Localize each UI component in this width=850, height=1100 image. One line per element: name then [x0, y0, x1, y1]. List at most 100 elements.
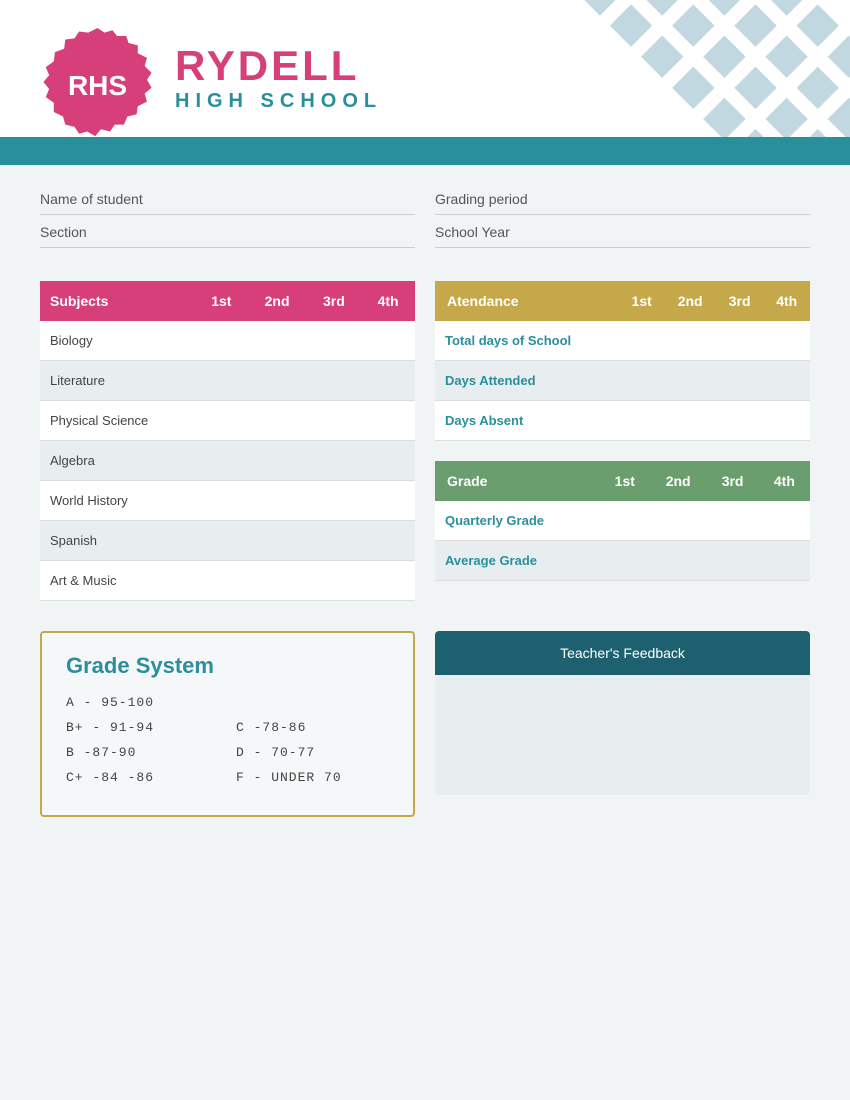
subject-grade-2[interactable] [248, 561, 307, 601]
att-val-2[interactable] [664, 401, 715, 441]
diamond-pattern [480, 0, 850, 145]
att-label: Days Absent [435, 401, 619, 441]
grade-val-4[interactable] [759, 501, 810, 541]
bottom-section: Grade System A - 95-100B+ - 91-94C -78-8… [0, 621, 850, 837]
grade-scale-right: D - 70-77 [236, 745, 376, 760]
attendance-col2-header: 2nd [664, 281, 715, 321]
subject-grade-1[interactable] [195, 361, 248, 401]
table-row: Total days of School [435, 321, 810, 361]
subject-grade-2[interactable] [248, 481, 307, 521]
student-name-input[interactable] [170, 190, 415, 208]
subject-grade-1[interactable] [195, 441, 248, 481]
subject-grade-1[interactable] [195, 521, 248, 561]
grade-col3-header: 3rd [706, 461, 758, 501]
subject-grade-2[interactable] [248, 321, 307, 361]
att-val-1[interactable] [619, 401, 665, 441]
subject-grade-2[interactable] [248, 441, 307, 481]
grade-col2-header: 2nd [650, 461, 707, 501]
subject-grade-3[interactable] [306, 481, 361, 521]
subject-grade-3[interactable] [306, 521, 361, 561]
grade-scale-left: B+ - 91-94 [66, 720, 206, 735]
subject-grade-3[interactable] [306, 441, 361, 481]
grade-label: Quarterly Grade [435, 501, 600, 541]
att-val-4[interactable] [763, 361, 810, 401]
student-name-field: Name of student [40, 190, 415, 215]
table-row: Art & Music [40, 561, 415, 601]
subjects-col1-header: 1st [195, 281, 248, 321]
grade-col4-header: 4th [759, 461, 810, 501]
teacher-feedback-container: Teacher's Feedback [435, 631, 810, 817]
school-name-main: RYDELL [175, 42, 382, 90]
teacher-feedback-header: Teacher's Feedback [435, 631, 810, 675]
table-row: Days Absent [435, 401, 810, 441]
grade-scale-right: C -78-86 [236, 720, 376, 735]
subject-grade-1[interactable] [195, 481, 248, 521]
school-year-label: School Year [435, 224, 565, 240]
subject-grade-2[interactable] [248, 401, 307, 441]
table-row: Literature [40, 361, 415, 401]
table-row: Days Attended [435, 361, 810, 401]
grade-label-header: Grade [435, 461, 600, 501]
subject-name: World History [40, 481, 195, 521]
subject-grade-4[interactable] [361, 441, 415, 481]
subject-name: Algebra [40, 441, 195, 481]
att-val-2[interactable] [664, 361, 715, 401]
list-item: B -87-90D - 70-77 [66, 745, 389, 760]
subject-grade-3[interactable] [306, 321, 361, 361]
att-val-1[interactable] [619, 361, 665, 401]
attendance-col1-header: 1st [619, 281, 665, 321]
grade-col1-header: 1st [600, 461, 650, 501]
subject-grade-2[interactable] [248, 361, 307, 401]
subject-grade-4[interactable] [361, 321, 415, 361]
grade-val-4[interactable] [759, 541, 810, 581]
grade-scale-left: C+ -84 -86 [66, 770, 206, 785]
list-item: A - 95-100 [66, 695, 389, 710]
teacher-feedback-body[interactable] [435, 675, 810, 795]
section-input[interactable] [170, 223, 415, 241]
grade-val-3[interactable] [706, 541, 758, 581]
school-name-sub: HIGH SCHOOL [175, 90, 382, 113]
subject-name: Biology [40, 321, 195, 361]
logo-initials: RHS [68, 70, 127, 102]
subject-grade-4[interactable] [361, 481, 415, 521]
att-val-3[interactable] [716, 401, 764, 441]
subject-grade-4[interactable] [361, 561, 415, 601]
subject-grade-4[interactable] [361, 401, 415, 441]
header: RHS RYDELL HIGH SCHOOL [0, 0, 850, 165]
grade-system-box: Grade System A - 95-100B+ - 91-94C -78-8… [40, 631, 415, 817]
grade-val-2[interactable] [650, 501, 707, 541]
school-year-field: School Year [435, 223, 810, 248]
grade-table: Grade 1st 2nd 3rd 4th Quarterly Grade Av… [435, 461, 810, 581]
subject-grade-3[interactable] [306, 401, 361, 441]
att-val-1[interactable] [619, 321, 665, 361]
subject-grade-1[interactable] [195, 401, 248, 441]
subject-name: Art & Music [40, 561, 195, 601]
school-year-input[interactable] [565, 223, 810, 241]
grade-val-3[interactable] [706, 501, 758, 541]
att-val-4[interactable] [763, 401, 810, 441]
grade-val-1[interactable] [600, 541, 650, 581]
grade-scale-right: F - UNDER 70 [236, 770, 376, 785]
subject-grade-3[interactable] [306, 361, 361, 401]
att-val-2[interactable] [664, 321, 715, 361]
list-item: B+ - 91-94 C -78-86 [66, 720, 389, 735]
subject-grade-1[interactable] [195, 561, 248, 601]
subject-grade-4[interactable] [361, 361, 415, 401]
subject-grade-1[interactable] [195, 321, 248, 361]
attendance-col4-header: 4th [763, 281, 810, 321]
table-row: Spanish [40, 521, 415, 561]
grade-val-2[interactable] [650, 541, 707, 581]
subject-grade-3[interactable] [306, 561, 361, 601]
right-panel: Atendance 1st 2nd 3rd 4th Total days of … [435, 281, 810, 601]
subject-grade-4[interactable] [361, 521, 415, 561]
grading-period-input[interactable] [565, 190, 810, 208]
grade-val-1[interactable] [600, 501, 650, 541]
subjects-table: Subjects 1st 2nd 3rd 4th Biology Literat… [40, 281, 415, 601]
attendance-label-header: Atendance [435, 281, 619, 321]
att-val-3[interactable] [716, 321, 764, 361]
subject-grade-2[interactable] [248, 521, 307, 561]
subject-name: Physical Science [40, 401, 195, 441]
att-val-3[interactable] [716, 361, 764, 401]
att-val-4[interactable] [763, 321, 810, 361]
school-logo: RHS [40, 28, 155, 143]
